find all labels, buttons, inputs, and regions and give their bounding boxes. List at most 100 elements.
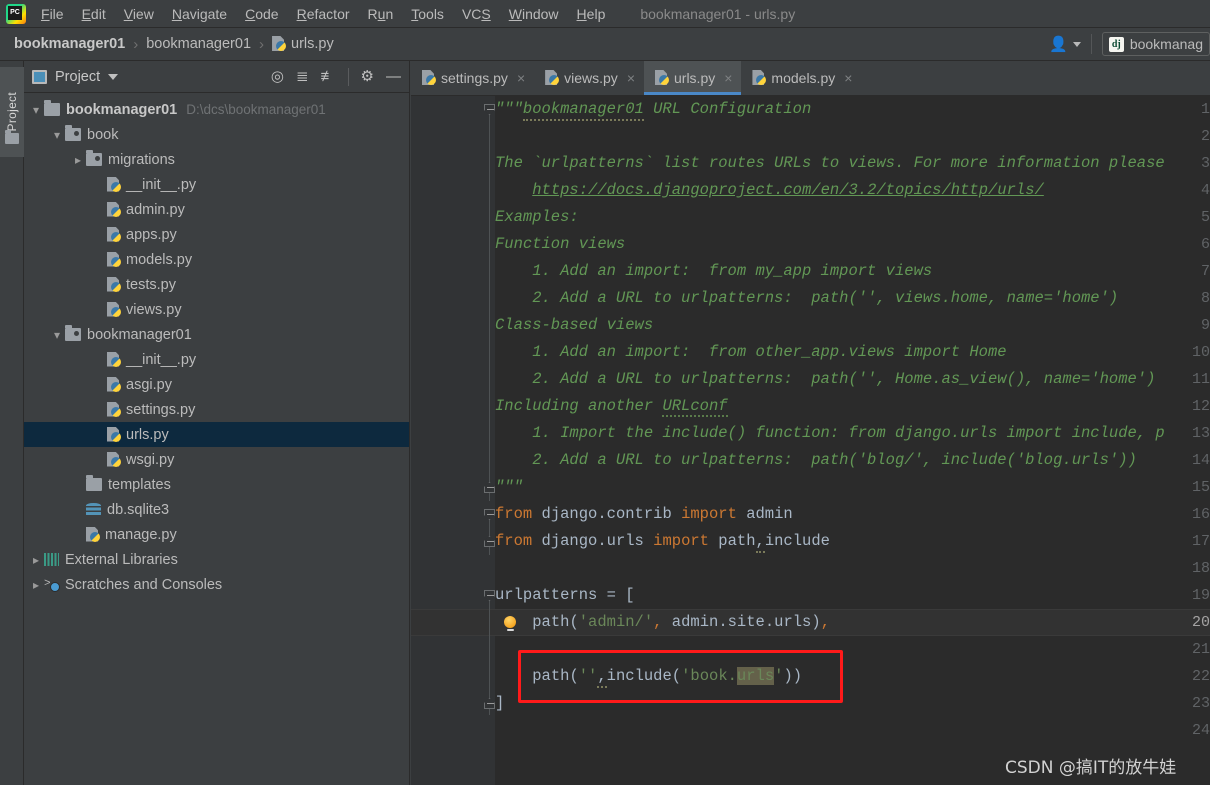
tree-item-models-py[interactable]: models.py	[24, 247, 409, 272]
tree-item-scratches-and-consoles[interactable]: ▸ >_ Scratches and Consoles	[24, 572, 409, 597]
expand-all-icon[interactable]: ≣	[296, 69, 309, 84]
line-number: 4	[1200, 182, 1210, 199]
tree-item-manage-py[interactable]: manage.py	[24, 522, 409, 547]
tree-item-label: migrations	[108, 151, 175, 168]
menu-help[interactable]: Help	[568, 3, 615, 25]
breadcrumb-item-file[interactable]: urls.py	[291, 36, 334, 52]
code-fold-expand-icon[interactable]	[484, 482, 495, 493]
menu-vcs[interactable]: VCS	[453, 3, 500, 25]
locate-icon[interactable]: ◎	[271, 69, 284, 84]
tree-item-views-py[interactable]: views.py	[24, 297, 409, 322]
line-number: 6	[1200, 236, 1210, 253]
line-number: 22	[1191, 668, 1210, 685]
python-file-icon	[107, 227, 122, 243]
tree-item-migrations[interactable]: ▸ migrations	[24, 147, 409, 172]
tree-item---init---py[interactable]: __init__.py	[24, 347, 409, 372]
code-fold-expand-icon[interactable]	[484, 536, 495, 547]
run-configuration-label: bookmanag	[1129, 36, 1203, 52]
chevron-down-icon[interactable]	[108, 73, 119, 80]
tree-item-wsgi-py[interactable]: wsgi.py	[24, 447, 409, 472]
code-fold-collapse-icon[interactable]	[484, 590, 495, 601]
tree-item-label: bookmanager01	[87, 326, 192, 343]
run-configuration-selector[interactable]: dj bookmanag	[1101, 32, 1210, 56]
chevron-right-icon[interactable]: ▸	[70, 153, 86, 167]
line-number: 14	[1191, 452, 1210, 469]
tree-item-templates[interactable]: templates	[24, 472, 409, 497]
code-fold-collapse-icon[interactable]	[484, 104, 495, 115]
python-file-icon	[107, 302, 122, 318]
line-number: 2	[1200, 128, 1210, 145]
breadcrumb-item-project[interactable]: bookmanager01	[14, 36, 125, 52]
close-icon[interactable]: ×	[627, 70, 635, 86]
intention-bulb-icon[interactable]	[503, 616, 517, 631]
python-file-icon	[107, 452, 122, 468]
editor-tab-urls-py[interactable]: urls.py ×	[644, 61, 742, 95]
python-file-icon	[107, 252, 122, 268]
editor-tab-label: urls.py	[674, 70, 716, 86]
project-view-icon	[32, 69, 47, 84]
tree-item-label: wsgi.py	[126, 451, 175, 468]
line-number: 5	[1200, 209, 1210, 226]
menu-window[interactable]: Window	[500, 3, 568, 25]
menu-view[interactable]: View	[115, 3, 163, 25]
close-icon[interactable]: ×	[517, 70, 525, 86]
tree-item-label: External Libraries	[65, 551, 178, 568]
chevron-right-icon[interactable]: ▸	[28, 578, 44, 592]
code-editor[interactable]: 1 2 3 4 5 6 7 8 9 10 11 12 13 14 15 16 17 18 19 20 21 22 23 24 "…	[411, 96, 1210, 785]
close-icon[interactable]: ×	[844, 70, 852, 86]
code-line-3: The `urlpatterns` list routes URLs to vi…	[495, 154, 1165, 172]
menu-tools[interactable]: Tools	[402, 3, 453, 25]
menu-edit[interactable]: Edit	[73, 3, 115, 25]
watermark-text: CSDN @搞IT的放牛娃	[1005, 758, 1177, 778]
line-number: 12	[1191, 398, 1210, 415]
chevron-down-icon[interactable]: ▾	[49, 328, 65, 342]
code-line-12: Including another URLconf	[495, 397, 728, 417]
editor-tab-settings-py[interactable]: settings.py ×	[411, 61, 534, 95]
menu-code[interactable]: Code	[236, 3, 287, 25]
code-line-15: """	[495, 478, 523, 496]
line-number: 16	[1191, 506, 1210, 523]
tree-item---init---py[interactable]: __init__.py	[24, 172, 409, 197]
menu-file[interactable]: File	[32, 3, 73, 25]
tree-item-tests-py[interactable]: tests.py	[24, 272, 409, 297]
tree-item-external-libraries[interactable]: ▸ External Libraries	[24, 547, 409, 572]
tree-item-asgi-py[interactable]: asgi.py	[24, 372, 409, 397]
tree-item-apps-py[interactable]: apps.py	[24, 222, 409, 247]
chevron-down-icon[interactable]: ▾	[49, 128, 65, 142]
menu-refactor[interactable]: Refactor	[288, 3, 359, 25]
code-fold-collapse-icon[interactable]	[484, 509, 495, 520]
chevron-right-icon[interactable]: ▸	[28, 553, 44, 567]
tree-item-label: views.py	[126, 301, 182, 318]
breadcrumb-item-package[interactable]: bookmanager01	[146, 36, 251, 52]
line-number: 15	[1191, 479, 1210, 496]
settings-gear-icon[interactable]: ⚙	[361, 69, 374, 84]
editor-tab-models-py[interactable]: models.py ×	[741, 61, 861, 95]
code-text-area[interactable]: 1 2 3 4 5 6 7 8 9 10 11 12 13 14 15 16 17 18 19 20 21 22 23 24 "…	[411, 96, 1210, 785]
tree-item-settings-py[interactable]: settings.py	[24, 397, 409, 422]
tree-item-bookmanager01[interactable]: ▾ bookmanager01	[24, 322, 409, 347]
code-line-1: """bookmanager01 URL Configuration	[495, 96, 811, 123]
hide-panel-icon[interactable]: —	[386, 69, 401, 84]
menu-navigate[interactable]: Navigate	[163, 3, 236, 25]
tree-item-urls-py[interactable]: urls.py	[24, 422, 409, 447]
project-panel-header: Project ◎ ≣ ≢ ⚙ —	[24, 61, 409, 93]
project-panel-title: Project	[55, 68, 101, 85]
close-icon[interactable]: ×	[724, 70, 732, 86]
menu-run[interactable]: Run	[359, 3, 403, 25]
code-line-22: path('',include('book.urls'))	[495, 663, 802, 690]
chevron-down-icon[interactable]: ▾	[28, 103, 44, 117]
chevron-down-icon[interactable]	[1072, 41, 1081, 47]
editor-tab-views-py[interactable]: views.py ×	[534, 61, 644, 95]
code-fold-expand-icon[interactable]	[484, 698, 495, 709]
tree-item-bookmanager01[interactable]: ▾ bookmanager01 D:\dcs\bookmanager01	[24, 97, 409, 122]
code-fold-guide	[489, 590, 490, 715]
tree-item-admin-py[interactable]: admin.py	[24, 197, 409, 222]
toolbar-divider	[1090, 34, 1092, 54]
tree-item-label: book	[87, 126, 119, 143]
tree-item-book[interactable]: ▾ book	[24, 122, 409, 147]
tree-item-db-sqlite3[interactable]: db.sqlite3	[24, 497, 409, 522]
code-line-20: path('admin/', admin.site.urls),	[532, 613, 830, 631]
collapse-all-icon[interactable]: ≢	[321, 69, 336, 84]
tree-item-label: bookmanager01	[66, 101, 178, 118]
user-avatar-icon[interactable]: 👤	[1047, 35, 1070, 53]
